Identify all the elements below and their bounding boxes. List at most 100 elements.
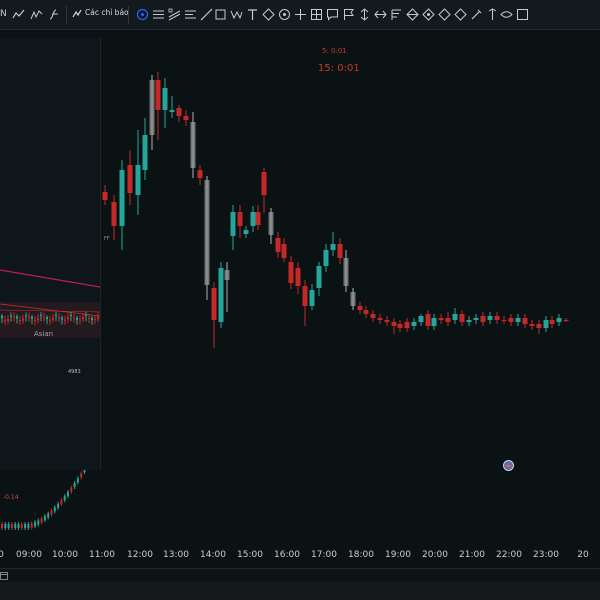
candle-body — [97, 316, 99, 319]
inset-trendline — [0, 269, 100, 288]
candle-body — [25, 315, 27, 317]
candle-body — [466, 320, 472, 322]
flag-icon[interactable] — [342, 8, 355, 21]
candle-body — [250, 212, 256, 226]
diamond-icon[interactable] — [262, 8, 275, 21]
candle-body — [46, 317, 48, 320]
candle-body — [73, 483, 76, 488]
candle-body — [73, 317, 75, 319]
candle-body — [27, 524, 30, 528]
lower-mini-chart — [1, 470, 86, 530]
grid-icon[interactable] — [310, 8, 323, 21]
candle-body — [83, 470, 86, 473]
candle-body — [47, 513, 50, 518]
trend-line-icon[interactable] — [200, 8, 213, 21]
candle-body — [64, 319, 66, 321]
calendar-icon[interactable] — [0, 571, 8, 580]
candle-body — [155, 80, 161, 110]
candle-body — [58, 317, 60, 319]
candle-body — [176, 108, 182, 116]
compare-icon[interactable] — [30, 8, 43, 21]
horizontal-lines-icon[interactable] — [152, 8, 165, 21]
bar-timer-small: 5: 0:01 — [322, 47, 347, 55]
candle-body — [404, 322, 410, 328]
user-avatar-icon[interactable] — [503, 460, 514, 471]
fib-icon[interactable] — [390, 8, 403, 21]
candle-body — [370, 314, 376, 318]
candle-body — [67, 492, 69, 497]
hide-icon[interactable] — [486, 8, 499, 21]
indicators-icon[interactable] — [72, 9, 82, 19]
candle-body — [543, 320, 549, 328]
candle-body — [309, 290, 315, 306]
function-icon[interactable] — [48, 8, 61, 21]
candle-body — [60, 500, 63, 505]
candle-body — [70, 315, 72, 317]
inset-chart-panel[interactable]: Asian 4983 -0.14 — [0, 38, 101, 501]
candle-body — [57, 503, 60, 508]
candle-body — [501, 320, 507, 321]
shapes-icon[interactable] — [454, 8, 467, 21]
candle-body — [7, 319, 9, 322]
candle-body — [522, 318, 528, 324]
price-range-icon[interactable] — [358, 8, 371, 21]
candle-body — [473, 318, 479, 320]
measure-icon[interactable] — [516, 8, 529, 21]
candle-body — [22, 318, 24, 321]
candle-body — [316, 266, 322, 288]
pitchfork-icon[interactable] — [184, 8, 197, 21]
time-label: 12:00 — [127, 550, 153, 560]
candle-body — [418, 316, 424, 322]
candle-body — [34, 522, 36, 527]
line-chart-icon[interactable] — [12, 8, 25, 21]
target-icon[interactable] — [278, 8, 291, 21]
candle-body — [169, 110, 175, 112]
candle-body — [43, 516, 46, 521]
toolbar-glyph[interactable]: N — [0, 8, 7, 20]
candle-body — [452, 314, 458, 320]
cursor-icon[interactable] — [136, 8, 149, 21]
time-label: 20 — [577, 550, 589, 560]
candle-body — [190, 122, 196, 168]
candle-body — [323, 250, 329, 266]
time-label: 17:00 — [311, 550, 337, 560]
time-label: 0 — [0, 550, 4, 560]
path-icon[interactable] — [230, 8, 243, 21]
candle-body — [445, 318, 451, 322]
time-label: 21:00 — [459, 550, 485, 560]
date-range-icon[interactable] — [374, 8, 387, 21]
candle-body — [549, 320, 555, 324]
callout-icon[interactable] — [326, 8, 339, 21]
candle-body — [79, 319, 81, 321]
candle-body — [211, 288, 217, 320]
candle-body — [563, 320, 569, 321]
candle-body — [102, 192, 108, 200]
forecast-icon[interactable] — [438, 8, 451, 21]
parallel-channel-icon[interactable] — [168, 8, 181, 21]
candle-body — [19, 319, 21, 321]
candle-body — [61, 317, 63, 320]
long-position-icon[interactable] — [406, 8, 419, 21]
candle-body — [197, 170, 203, 178]
brush-icon[interactable] — [470, 8, 483, 21]
indicators-button[interactable]: Các chỉ báo — [85, 8, 129, 17]
text-icon[interactable] — [246, 8, 259, 21]
eye-icon[interactable] — [500, 8, 513, 21]
rectangle-icon[interactable] — [214, 8, 227, 21]
candle-body — [162, 88, 168, 110]
candle-body — [63, 496, 66, 501]
candle-body — [556, 318, 562, 322]
candle-body — [330, 244, 336, 250]
pattern-icon[interactable] — [422, 8, 435, 21]
time-axis[interactable]: 0 09:00 10:00 11:00 12:00 13:00 14:00 15… — [0, 546, 600, 568]
time-label: 14:00 — [200, 550, 226, 560]
candle-body — [411, 322, 417, 326]
candle-body — [40, 315, 42, 317]
candle-body — [302, 286, 308, 306]
candle-body — [230, 212, 236, 236]
candle-body — [4, 319, 6, 321]
candle-body — [459, 314, 465, 322]
crosshair-icon[interactable] — [294, 8, 307, 21]
candle-body — [135, 165, 141, 195]
candle-body — [377, 318, 383, 320]
